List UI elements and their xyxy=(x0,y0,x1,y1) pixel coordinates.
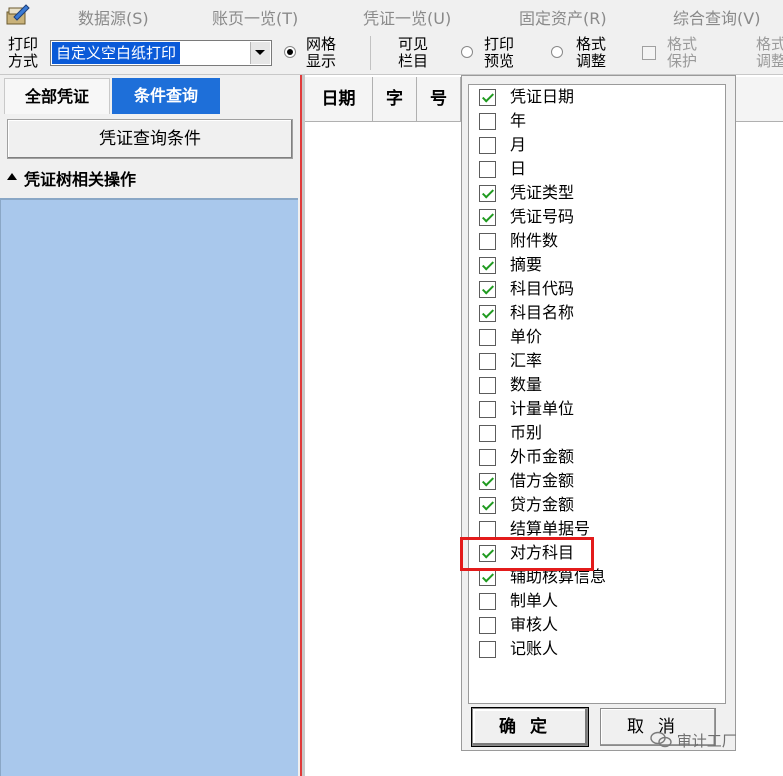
column-option-label: 单价 xyxy=(510,327,543,346)
format-protect-label: 格式 保护 xyxy=(667,35,698,70)
tab-all-vouchers[interactable]: 全部凭证 xyxy=(4,78,110,114)
visible-columns-dialog: 凭证日期年月日凭证类型凭证号码附件数摘要科目代码科目名称单价汇率数量计量单位币别… xyxy=(461,75,736,751)
column-option-label: 外币金额 xyxy=(510,447,575,466)
toolbar: 打印 方式 自定义空白纸打印 网格 显示 可见 栏目 打印 预览 格式 调整 格… xyxy=(0,32,783,75)
checkbox-unchecked[interactable] xyxy=(479,353,496,370)
column-header-type[interactable]: 字 xyxy=(373,77,417,121)
column-header-number[interactable]: 号 xyxy=(417,77,461,121)
toolbar-divider xyxy=(370,36,371,70)
checkbox-checked[interactable] xyxy=(479,89,496,106)
column-option-label: 计量单位 xyxy=(510,399,575,418)
format-adjust-label: 格式 调整 xyxy=(576,35,607,70)
splitter-edge xyxy=(302,75,305,776)
checkbox-checked[interactable] xyxy=(479,185,496,202)
watermark-text: 审计工厂 xyxy=(676,732,737,750)
checkbox-unchecked[interactable] xyxy=(479,377,496,394)
column-option-label: 贷方金额 xyxy=(510,495,575,514)
tab-condition-query[interactable]: 条件查询 xyxy=(112,78,220,114)
checkbox-unchecked[interactable] xyxy=(479,593,496,610)
format-adjust-radio[interactable] xyxy=(551,46,563,58)
menu-voucher-view[interactable]: 凭证一览(U) xyxy=(363,5,451,29)
column-header-date[interactable]: 日期 xyxy=(305,77,373,121)
column-option-label: 记账人 xyxy=(510,639,559,658)
tree-header[interactable]: 凭证树相关操作 xyxy=(0,165,300,189)
checkbox-unchecked[interactable] xyxy=(479,617,496,634)
checkbox-checked[interactable] xyxy=(479,281,496,298)
print-mode-value: 自定义空白纸打印 xyxy=(52,42,181,64)
checkbox-unchecked[interactable] xyxy=(479,233,496,250)
menu-bar: 数据源(S) 账页一览(T) 凭证一览(U) 固定资产(R) 综合查询(V) xyxy=(0,0,783,33)
checkbox-unchecked[interactable] xyxy=(479,521,496,538)
column-option-label: 月 xyxy=(510,135,527,154)
column-option-label: 附件数 xyxy=(510,231,559,250)
print-mode-label: 打印 方式 xyxy=(8,35,39,70)
checkbox-unchecked[interactable] xyxy=(479,137,496,154)
checkbox-unchecked[interactable] xyxy=(479,641,496,658)
menu-combined-query[interactable]: 综合查询(V) xyxy=(673,5,760,29)
column-option-label: 借方金额 xyxy=(510,471,575,490)
grid-display-radio[interactable] xyxy=(284,46,296,58)
column-option-label: 审核人 xyxy=(510,615,559,634)
print-mode-select[interactable]: 自定义空白纸打印 xyxy=(50,40,272,66)
visible-columns-button[interactable]: 可见 栏目 xyxy=(398,36,428,70)
checkbox-unchecked[interactable] xyxy=(479,401,496,418)
checkbox-unchecked[interactable] xyxy=(479,329,496,346)
column-option-label: 日 xyxy=(510,159,527,178)
format-protect-checkbox[interactable] xyxy=(642,46,656,60)
checkbox-unchecked[interactable] xyxy=(479,449,496,466)
column-option-label: 汇率 xyxy=(510,351,543,370)
checkbox-checked[interactable] xyxy=(479,305,496,322)
checkbox-unchecked[interactable] xyxy=(479,161,496,178)
checkbox-checked[interactable] xyxy=(479,473,496,490)
watermark: 审计工厂 xyxy=(650,730,737,751)
column-option-label: 科目名称 xyxy=(510,303,575,322)
print-preview-label: 打印 预览 xyxy=(484,35,515,70)
wechat-icon xyxy=(650,731,672,748)
checkbox-checked[interactable] xyxy=(479,497,496,514)
menu-data-source[interactable]: 数据源(S) xyxy=(78,5,149,29)
column-option-label: 摘要 xyxy=(510,255,543,274)
column-option-label: 凭证号码 xyxy=(510,207,575,226)
dropdown-button[interactable] xyxy=(250,42,270,64)
column-option-label: 科目代码 xyxy=(510,279,575,298)
checkbox-checked[interactable] xyxy=(479,209,496,226)
checkbox-checked[interactable] xyxy=(479,257,496,274)
print-preview-radio[interactable] xyxy=(461,46,473,58)
column-option-label: 数量 xyxy=(510,375,543,394)
column-checklist: 凭证日期年月日凭证类型凭证号码附件数摘要科目代码科目名称单价汇率数量计量单位币别… xyxy=(468,84,726,704)
app-icon xyxy=(6,4,30,25)
voucher-query-conditions-button[interactable]: 凭证查询条件 xyxy=(7,119,293,159)
left-panel: 全部凭证 条件查询 凭证查询条件 凭证树相关操作 xyxy=(0,75,300,776)
format-adjust2-button[interactable]: 格式 调整 xyxy=(756,36,783,70)
collapse-up-icon xyxy=(7,173,17,180)
menu-fixed-assets[interactable]: 固定资产(R) xyxy=(519,5,607,29)
highlight-box xyxy=(460,537,594,571)
column-option-label: 凭证类型 xyxy=(510,183,575,202)
column-option-label: 年 xyxy=(510,111,527,130)
grid-display-label: 网格 显示 xyxy=(306,35,337,70)
voucher-tree[interactable] xyxy=(0,198,298,776)
tree-header-label: 凭证树相关操作 xyxy=(24,170,137,189)
checkbox-unchecked[interactable] xyxy=(479,113,496,130)
column-option-label: 制单人 xyxy=(510,591,559,610)
ok-button[interactable]: 确定 xyxy=(471,707,589,747)
column-option-label: 币别 xyxy=(510,423,543,442)
menu-ledger-view[interactable]: 账页一览(T) xyxy=(212,5,298,29)
checkbox-unchecked[interactable] xyxy=(479,425,496,442)
checkbox-checked[interactable] xyxy=(479,569,496,586)
chevron-down-icon xyxy=(255,50,265,55)
column-option-label: 凭证日期 xyxy=(510,87,575,106)
